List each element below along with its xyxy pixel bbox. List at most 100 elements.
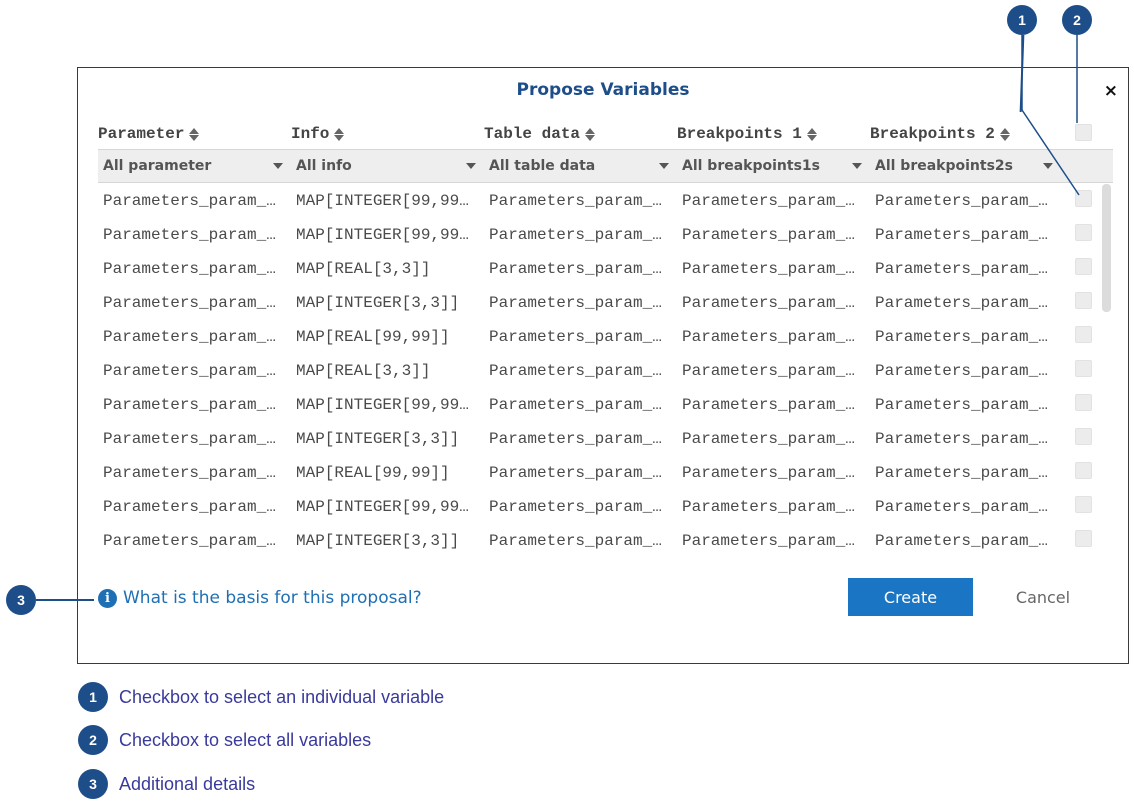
chevron-down-icon xyxy=(659,163,669,169)
callout-2-badge: 2 xyxy=(1062,5,1092,35)
column-header-label: Table data xyxy=(484,125,581,143)
close-icon[interactable]: × xyxy=(1104,81,1118,101)
cell-table-data: Parameters_param_… xyxy=(489,226,662,244)
cell-info: MAP[INTEGER[99,99… xyxy=(296,396,469,414)
row-checkbox[interactable] xyxy=(1075,530,1092,547)
legend-item-3: 3 Additional details xyxy=(78,769,255,799)
cell-table-data: Parameters_param_… xyxy=(489,532,662,550)
column-header-table-data[interactable]: Table data xyxy=(484,125,596,143)
cell-parameter: Parameters_param_… xyxy=(103,328,276,346)
cell-breakpoints-2: Parameters_param_… xyxy=(875,498,1048,516)
cell-breakpoints-1: Parameters_param_… xyxy=(682,498,855,516)
cell-parameter: Parameters_param_… xyxy=(103,192,276,210)
cell-table-data: Parameters_param_… xyxy=(489,260,662,278)
basis-info-link[interactable]: i What is the basis for this proposal? xyxy=(98,588,422,608)
cell-table-data: Parameters_param_… xyxy=(489,396,662,414)
filter-info[interactable]: All info xyxy=(291,150,484,182)
column-header-breakpoints-1[interactable]: Breakpoints 1 xyxy=(677,125,817,143)
row-checkbox[interactable] xyxy=(1075,360,1092,377)
cell-table-data: Parameters_param_… xyxy=(489,294,662,312)
column-header-label: Breakpoints 2 xyxy=(870,125,995,143)
cell-info: MAP[REAL[99,99]] xyxy=(296,328,450,346)
variable-table: Parameters_param_… MAP[INTEGER[99,99… Pa… xyxy=(78,184,1108,559)
cell-breakpoints-2: Parameters_param_… xyxy=(875,226,1048,244)
cell-info: MAP[INTEGER[3,3]] xyxy=(296,294,460,312)
callout-3-badge: 3 xyxy=(6,585,36,615)
cell-breakpoints-2: Parameters_param_… xyxy=(875,260,1048,278)
row-checkbox[interactable] xyxy=(1075,496,1092,513)
cell-breakpoints-2: Parameters_param_… xyxy=(875,396,1048,414)
cell-table-data: Parameters_param_… xyxy=(489,498,662,516)
filter-label: All info xyxy=(296,158,352,174)
table-row: Parameters_param_… MAP[INTEGER[3,3]] Par… xyxy=(78,286,1108,320)
cell-table-data: Parameters_param_… xyxy=(489,192,662,210)
filter-label: All breakpoints1s xyxy=(682,158,820,174)
cell-info: MAP[INTEGER[99,99… xyxy=(296,226,469,244)
filter-bar: All parameter All info All table data Al… xyxy=(98,149,1113,183)
cell-parameter: Parameters_param_… xyxy=(103,294,276,312)
cancel-button[interactable]: Cancel xyxy=(998,578,1088,616)
row-checkbox[interactable] xyxy=(1075,326,1092,343)
filter-label: All breakpoints2s xyxy=(875,158,1013,174)
cell-info: MAP[INTEGER[3,3]] xyxy=(296,532,460,550)
legend-text: Checkbox to select an individual variabl… xyxy=(119,686,445,707)
create-button[interactable]: Create xyxy=(848,578,973,616)
cell-info: MAP[REAL[99,99]] xyxy=(296,464,450,482)
legend-item-1: 1 Checkbox to select an individual varia… xyxy=(78,682,444,712)
sort-icon xyxy=(806,127,817,141)
table-row: Parameters_param_… MAP[INTEGER[99,99… Pa… xyxy=(78,490,1108,524)
cell-parameter: Parameters_param_… xyxy=(103,226,276,244)
chevron-down-icon xyxy=(852,163,862,169)
column-header-info[interactable]: Info xyxy=(291,125,345,143)
column-header-breakpoints-2[interactable]: Breakpoints 2 xyxy=(870,125,1010,143)
cell-breakpoints-1: Parameters_param_… xyxy=(682,260,855,278)
row-checkbox[interactable] xyxy=(1075,462,1092,479)
cell-breakpoints-2: Parameters_param_… xyxy=(875,294,1048,312)
cell-breakpoints-1: Parameters_param_… xyxy=(682,464,855,482)
column-header-label: Breakpoints 1 xyxy=(677,125,802,143)
column-header-parameter[interactable]: Parameter xyxy=(98,125,200,143)
cell-breakpoints-1: Parameters_param_… xyxy=(682,362,855,380)
table-row: Parameters_param_… MAP[INTEGER[99,99… Pa… xyxy=(78,218,1108,252)
cell-breakpoints-2: Parameters_param_… xyxy=(875,362,1048,380)
vertical-scrollbar[interactable] xyxy=(1102,184,1111,312)
chevron-down-icon xyxy=(466,163,476,169)
legend-badge: 3 xyxy=(78,769,108,799)
cell-breakpoints-1: Parameters_param_… xyxy=(682,192,855,210)
filter-breakpoints-1[interactable]: All breakpoints1s xyxy=(677,150,870,182)
legend-text: Checkbox to select all variables xyxy=(119,729,372,750)
column-header-label: Parameter xyxy=(98,125,185,143)
row-checkbox[interactable] xyxy=(1075,394,1092,411)
cell-breakpoints-1: Parameters_param_… xyxy=(682,430,855,448)
row-checkbox[interactable] xyxy=(1075,292,1092,309)
cell-breakpoints-2: Parameters_param_… xyxy=(875,328,1048,346)
cell-parameter: Parameters_param_… xyxy=(103,430,276,448)
callout-1-badge: 1 xyxy=(1007,5,1037,35)
legend-badge: 1 xyxy=(78,682,108,712)
filter-parameter[interactable]: All parameter xyxy=(98,150,291,182)
cell-breakpoints-1: Parameters_param_… xyxy=(682,532,855,550)
table-row: Parameters_param_… MAP[REAL[3,3]] Parame… xyxy=(78,252,1108,286)
filter-table-data[interactable]: All table data xyxy=(484,150,677,182)
legend-badge: 2 xyxy=(78,725,108,755)
cell-table-data: Parameters_param_… xyxy=(489,362,662,380)
info-icon: i xyxy=(98,588,117,608)
basis-info-label: What is the basis for this proposal? xyxy=(123,588,422,608)
filter-label: All parameter xyxy=(103,158,212,174)
row-checkbox[interactable] xyxy=(1075,258,1092,275)
legend-item-2: 2 Checkbox to select all variables xyxy=(78,725,371,755)
table-row: Parameters_param_… MAP[INTEGER[99,99… Pa… xyxy=(78,388,1108,422)
cell-breakpoints-1: Parameters_param_… xyxy=(682,396,855,414)
chevron-down-icon xyxy=(273,163,283,169)
cell-parameter: Parameters_param_… xyxy=(103,260,276,278)
legend-text: Additional details xyxy=(119,773,256,794)
propose-variables-dialog: Propose Variables × Parameter Info Table… xyxy=(77,67,1129,664)
callout-3-leader xyxy=(36,599,94,601)
sort-icon xyxy=(999,127,1010,141)
row-checkbox[interactable] xyxy=(1075,428,1092,445)
row-checkbox[interactable] xyxy=(1075,224,1092,241)
cell-info: MAP[INTEGER[99,99… xyxy=(296,498,469,516)
table-row: Parameters_param_… MAP[INTEGER[3,3]] Par… xyxy=(78,422,1108,456)
table-row: Parameters_param_… MAP[REAL[3,3]] Parame… xyxy=(78,354,1108,388)
table-row: Parameters_param_… MAP[REAL[99,99]] Para… xyxy=(78,320,1108,354)
